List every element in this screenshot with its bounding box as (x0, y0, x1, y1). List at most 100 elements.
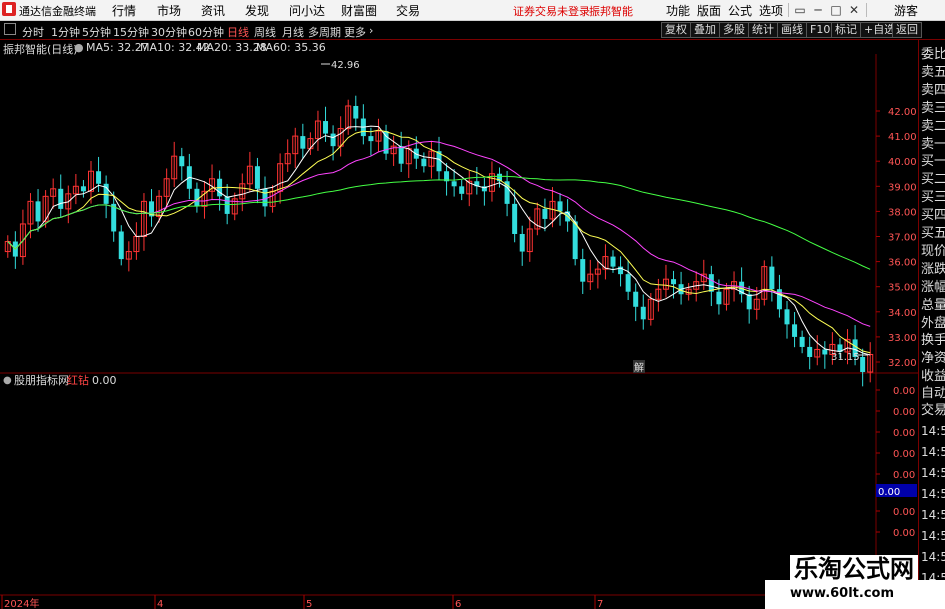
candle-body (572, 221, 578, 260)
period-tab-daily[interactable]: 日线 (227, 24, 249, 40)
period-tab-30min[interactable]: 30分钟 (151, 24, 187, 40)
candlestick-series (4, 95, 874, 387)
price-tick-label: 40.00 (888, 157, 917, 168)
close-icon[interactable]: ✕ (846, 2, 862, 18)
candle-body (421, 158, 427, 167)
period-tab-5min[interactable]: 5分钟 (82, 24, 111, 40)
candle-body (224, 196, 230, 214)
trade-time: 14:56 (921, 508, 945, 522)
candle-body (519, 233, 525, 252)
back-button[interactable]: 返回 (892, 22, 922, 38)
menu-item-function[interactable]: 功能 (666, 2, 690, 19)
price-tick-label: 37.00 (888, 233, 917, 244)
candle-body (368, 136, 374, 142)
user-label[interactable]: 游客 (894, 2, 918, 19)
menu-item-news[interactable]: 资讯 (201, 2, 225, 19)
app-logo-icon (2, 2, 16, 16)
candle-body (822, 349, 828, 355)
stats-button[interactable]: 统计 (748, 22, 778, 38)
menu-item-quotes[interactable]: 行情 (112, 2, 136, 19)
maximize-icon[interactable]: □ (828, 2, 844, 18)
quote-label: 卖二 (921, 118, 945, 134)
mark-button[interactable]: 标记 (831, 22, 861, 38)
chart-grid (0, 54, 918, 596)
quote-label: 涨跌 (921, 261, 945, 277)
high-price-label: 42.96 (331, 60, 360, 71)
candle-body (784, 309, 790, 325)
minimize-icon[interactable]: ▭ (792, 2, 808, 18)
price-tick-label: 38.00 (888, 207, 917, 218)
price-tick-label: 41.00 (888, 132, 917, 143)
indicator-tick-label: 0.00 (893, 470, 915, 481)
app-title: 通达信金融终端 (19, 5, 96, 18)
candle-body (610, 256, 616, 267)
quote-label: 卖四 (921, 82, 945, 98)
price-tick-label: 34.00 (888, 308, 917, 319)
period-tab-monthly[interactable]: 月线 (282, 24, 304, 40)
candle-body (799, 336, 805, 347)
watermark-url: www.60lt.com (790, 586, 895, 601)
period-toolbar: 分时 1分钟 5分钟 15分钟 30分钟 60分钟 日线 周线 月线 多周期 更… (0, 21, 945, 40)
candle-body (671, 279, 677, 285)
indicator-dropdown-icon[interactable]: ● (3, 375, 12, 386)
login-warning[interactable]: 证券交易未登录 (513, 3, 590, 19)
menu-item-formula[interactable]: 公式 (728, 2, 752, 19)
menu-item-layout[interactable]: 版面 (697, 2, 721, 19)
menu-item-market[interactable]: 市场 (157, 2, 181, 19)
date-tick-label: 6 (455, 599, 461, 609)
period-tab-more[interactable]: 更多 (344, 24, 366, 40)
indicator-tick-label: 0.00 (893, 407, 915, 418)
candle-body (746, 294, 752, 310)
period-tab-15min[interactable]: 15分钟 (113, 24, 149, 40)
candle-body (398, 146, 404, 164)
quote-label: 买四 (921, 208, 945, 224)
ma60-line (7, 175, 871, 270)
candle-body (262, 188, 268, 207)
draw-line-button[interactable]: 画线 (777, 22, 807, 38)
indicator-current-value: 0.00 (878, 487, 900, 498)
candle-body (633, 291, 639, 307)
candle-body (96, 171, 102, 184)
overlay-button[interactable]: 叠加 (690, 22, 720, 38)
current-stock-name: 振邦智能 (589, 5, 633, 18)
indicator-axis: 0.00 0.00 0.00 0.00 0.00 0.00 0.00 0.00 (876, 386, 917, 539)
multi-stock-button[interactable]: 多股 (719, 22, 749, 38)
period-tab-timeshare[interactable]: 分时 (22, 24, 44, 40)
candle-body (353, 105, 359, 119)
toggle-box-icon[interactable] (4, 23, 16, 35)
menu-separator (788, 3, 789, 17)
price-tick-label: 33.00 (888, 333, 917, 344)
adjust-button[interactable]: 复权 (661, 22, 691, 38)
kline-chart[interactable]: 42.0041.0040.0039.0038.0037.0036.0035.00… (0, 40, 918, 609)
menu-item-trade[interactable]: 交易 (396, 2, 420, 19)
menu-item-ask[interactable]: 问小达 (289, 2, 325, 19)
candle-body (640, 306, 646, 320)
price-tick-label: 36.00 (888, 258, 917, 269)
indicator-tick-label: 0.00 (893, 507, 915, 518)
quote-label: 现价 (921, 243, 945, 259)
indicator-value: 0.00 (92, 374, 117, 387)
quote-panel: 委比 卖五 卖四 卖三 卖二 卖一 买一 买二 买三 买四 买五 现价 涨跌 涨幅 总量 外盘 换手 净资 收益 自动… (918, 40, 945, 609)
price-tick-label: 35.00 (888, 283, 917, 294)
indicator-tick-label: 0.00 (893, 428, 915, 439)
low-price-label: 31.15 (831, 352, 860, 363)
price-tick-label: 32.00 (888, 358, 917, 369)
menu-item-discover[interactable]: 发现 (245, 2, 269, 19)
period-tab-60min[interactable]: 60分钟 (188, 24, 224, 40)
chevron-right-icon[interactable]: › (369, 24, 373, 37)
auto-trade-label[interactable]: 自动 (921, 385, 945, 402)
period-tab-multi[interactable]: 多周期 (308, 24, 341, 40)
restore-icon[interactable]: ─ (810, 2, 826, 18)
price-axis: 42.00 41.00 40.00 39.00 38.00 37.00 36.00 35.00… (876, 107, 917, 369)
candle-body (179, 156, 185, 167)
period-tab-weekly[interactable]: 周线 (254, 24, 276, 40)
trade-time: 14:56 (921, 487, 945, 501)
trade-time: 14:56 (921, 424, 945, 438)
date-tick-label: 4 (157, 599, 163, 609)
menu-item-options[interactable]: 选项 (759, 2, 783, 19)
auto-trade-label[interactable]: 交易 (921, 402, 945, 419)
candle-body (557, 201, 563, 212)
quote-label: 净资 (921, 351, 945, 367)
menu-item-wealth[interactable]: 财富圈 (341, 2, 377, 19)
period-tab-1min[interactable]: 1分钟 (51, 24, 80, 40)
